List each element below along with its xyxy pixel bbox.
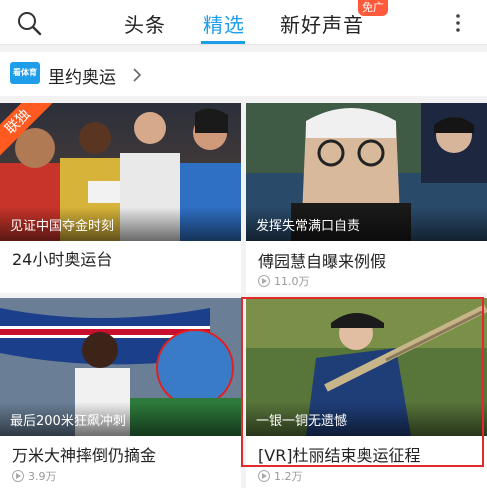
video-card[interactable]: 最后200米狂飙冲刺 万米大神摔倒仍摘金 3.9万	[0, 298, 241, 488]
ad-free-badge: 免广	[358, 0, 388, 16]
tab-new-good-voice[interactable]: 新好声音	[280, 9, 364, 38]
view-count: 11.0万	[258, 273, 310, 289]
video-card[interactable]: 联独 见证中国夺金时刻 24小时奥运台	[0, 103, 241, 293]
video-thumbnail[interactable]: 联独 见证中国夺金时刻	[0, 103, 241, 241]
tab-headlines[interactable]: 头条	[124, 9, 166, 38]
active-tab-indicator	[201, 41, 245, 44]
thumbnail-caption: 发挥失常满口自责	[246, 207, 487, 241]
highlight-frame	[241, 297, 484, 467]
view-count: 3.9万	[12, 468, 57, 484]
play-count-icon	[258, 275, 270, 287]
more-options-icon[interactable]	[452, 11, 464, 35]
video-thumbnail[interactable]: 最后200米狂飙冲刺	[0, 298, 241, 436]
video-card[interactable]: 发挥失常满口自责 傅园慧自曝来例假 11.0万	[246, 103, 487, 293]
video-title[interactable]: 24小时奥运台	[12, 246, 112, 270]
play-count-icon	[12, 470, 24, 482]
sports-channel-logo: 看体育	[10, 62, 40, 84]
view-count: 1.2万	[258, 468, 303, 484]
section-header-rio-olympics[interactable]: 看体育 里约奥运	[0, 52, 487, 96]
search-icon[interactable]	[16, 10, 42, 36]
thumbnail-caption: 见证中国夺金时刻	[0, 207, 241, 241]
video-title[interactable]: 万米大神摔倒仍摘金	[12, 442, 156, 466]
top-navigation-bar: 头条 精选 新好声音 免广	[0, 0, 487, 45]
play-count-icon	[258, 470, 270, 482]
video-thumbnail[interactable]: 发挥失常满口自责	[246, 103, 487, 241]
thumbnail-caption: 最后200米狂飙冲刺	[0, 402, 241, 436]
tab-featured[interactable]: 精选	[203, 9, 245, 38]
section-title: 里约奥运	[48, 68, 116, 88]
video-title[interactable]: 傅园慧自曝来例假	[258, 248, 386, 272]
chevron-right-icon	[133, 68, 142, 82]
